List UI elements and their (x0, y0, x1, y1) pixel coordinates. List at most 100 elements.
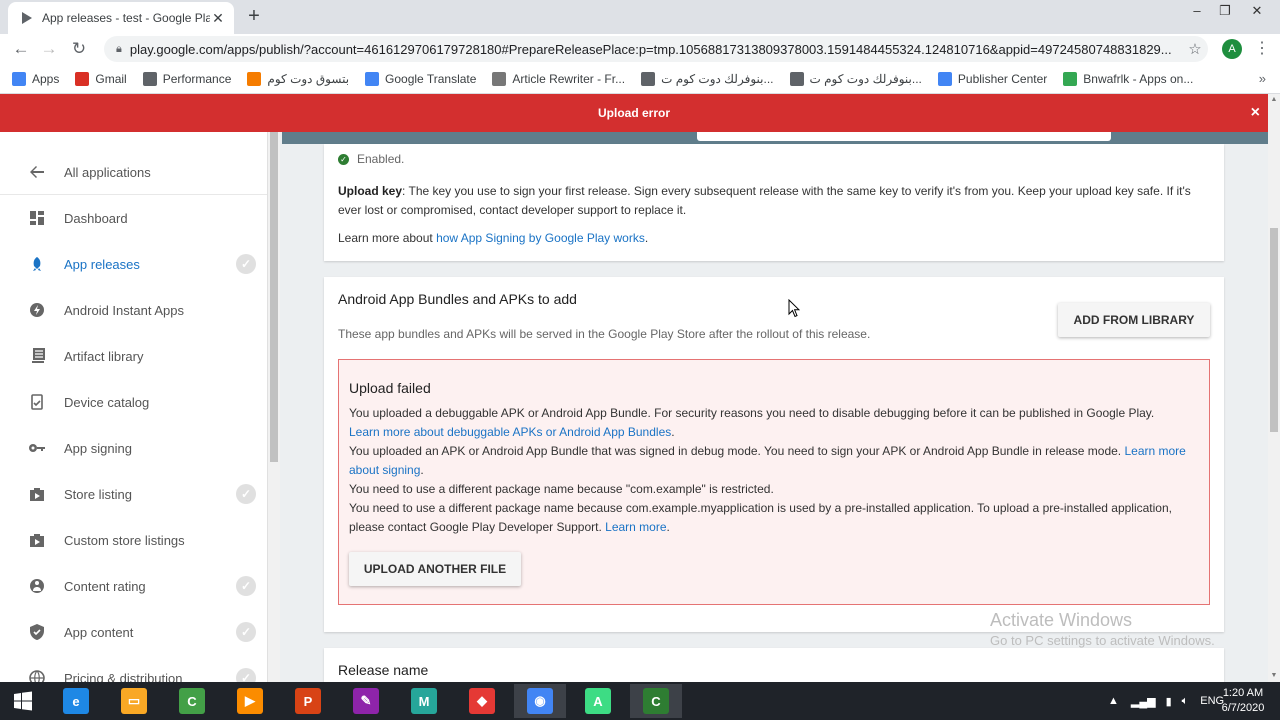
dashboard-icon (28, 209, 46, 227)
dismiss-error-icon[interactable]: × (1251, 94, 1260, 132)
bookmark-item[interactable]: Article Rewriter - Fr... (492, 71, 625, 86)
windows-taskbar: ▲ ▂▄▆ ▮ 🔈︎ ENG 1:20 AM 6/7/2020 e ▭ C ▶ P ✎ M ◆… (0, 682, 1280, 720)
network-icon[interactable]: ▂▄▆ (1131, 695, 1156, 708)
bookmark-item[interactable]: Gmail (75, 71, 127, 86)
upload-another-file-button[interactable]: UPLOAD ANOTHER FILE (349, 552, 521, 586)
taskbar-app[interactable]: ▭ (108, 684, 160, 718)
sidebar-scrollbar[interactable] (268, 132, 280, 682)
bookmarks-bar: Apps Gmail Performance بتسوق دوت كوم Google … (0, 64, 1280, 94)
bookmark-item[interactable]: Apps (12, 71, 59, 86)
forward-icon[interactable]: → (38, 38, 60, 60)
sidebar-item-app-signing[interactable]: App signing (0, 425, 267, 471)
windows-logo-icon (14, 691, 32, 711)
taskbar-app[interactable]: ✎ (340, 684, 392, 718)
add-from-library-button[interactable]: ADD FROM LIBRARY (1058, 303, 1210, 337)
taskbar-app[interactable]: ◆ (456, 684, 508, 718)
close-tab-icon[interactable]: ✕ (210, 10, 226, 27)
google-g-icon (937, 71, 952, 86)
sidebar-item-device-catalog[interactable]: Device catalog (0, 379, 267, 425)
upload-error-bar: Upload error × (0, 94, 1268, 132)
browser-tab[interactable]: App releases - test - Google Play ✕ (8, 2, 234, 34)
translate-icon (365, 71, 380, 86)
sidebar-item-android-instant-apps[interactable]: Android Instant Apps (0, 287, 267, 333)
taskbar-app[interactable]: C (166, 684, 218, 718)
shield-check-icon (28, 623, 46, 641)
error-text: You uploaded an APK or Android App Bundl… (349, 444, 1125, 458)
check-circle-icon: ✓ (338, 153, 349, 165)
sidebar-item-custom-store-listings[interactable]: Custom store listings (0, 517, 267, 563)
bookmark-label: Bnwafrlk - Apps on... (1083, 71, 1194, 86)
header-input-edge[interactable] (697, 132, 1111, 141)
bookmarks-overflow-icon[interactable]: » (1259, 71, 1266, 86)
bookmark-item[interactable]: Publisher Center (937, 71, 1048, 86)
sidebar-item-pricing-distribution[interactable]: Pricing & distribution ✓ (0, 655, 267, 682)
key-icon (28, 439, 46, 457)
error-line-debug-signed: You uploaded an APK or Android App Bundl… (349, 442, 1199, 480)
close-window-icon[interactable]: ✕ (1234, 0, 1280, 26)
artifact-library-icon (28, 347, 46, 365)
taskbar-app[interactable]: P (282, 684, 334, 718)
show-hidden-icons-icon[interactable]: ▲ (1108, 695, 1119, 707)
bookmark-item[interactable]: Bnwafrlk - Apps on... (1063, 71, 1194, 86)
taskbar-app[interactable]: ▶ (224, 684, 276, 718)
sidebar-item-label: App signing (64, 440, 132, 456)
scroll-thumb[interactable] (1270, 228, 1278, 432)
new-tab-icon[interactable]: + (244, 4, 264, 28)
error-line-preinstalled: You need to use a different package name… (349, 499, 1199, 537)
debuggable-link[interactable]: Learn more about debuggable APKs or Andr… (349, 425, 671, 439)
upload-failed-box: Upload failed You uploaded a debuggable … (338, 359, 1210, 605)
profile-avatar[interactable]: A (1222, 39, 1242, 59)
bookmark-star-icon[interactable]: ☆ (1182, 40, 1208, 58)
performance-icon (142, 71, 157, 86)
release-name-title: Release name (338, 662, 429, 678)
maya-icon: M (411, 688, 437, 714)
sidebar-item-app-content[interactable]: App content ✓ (0, 609, 267, 655)
sidebar-item-store-listing[interactable]: Store listing ✓ (0, 471, 267, 517)
taskbar-app[interactable]: M (398, 684, 450, 718)
reload-icon[interactable]: ↻ (68, 38, 90, 60)
sidebar-item-dashboard[interactable]: Dashboard (0, 195, 267, 241)
url-field[interactable]: 🔒︎ play.google.com/apps/publish/?account… (104, 36, 1208, 62)
upload-error-text: Upload error (597, 106, 670, 120)
volume-icon[interactable]: 🔈︎ (1182, 695, 1189, 708)
file-explorer-icon: ▭ (121, 688, 147, 714)
tab-strip: App releases - test - Google Play ✕ + – … (0, 0, 1280, 34)
learn-prefix: Learn more about (338, 231, 437, 245)
instant-apps-icon (28, 301, 46, 319)
scroll-down-icon[interactable]: ▼ (1268, 670, 1280, 682)
battery-icon[interactable]: ▮ (1166, 695, 1172, 708)
app-signing-link[interactable]: how App Signing by Google Play works (436, 231, 645, 245)
sidebar-item-app-releases[interactable]: App releases ✓ (0, 241, 267, 287)
taskbar-app[interactable]: e (50, 684, 102, 718)
learn-more-link[interactable]: Learn more (605, 520, 666, 534)
sidebar-item-label: Store listing (64, 486, 132, 502)
sidebar-item-label: All applications (64, 164, 151, 180)
android-studio-icon: A (585, 688, 611, 714)
signing-status: ✓ Enabled. (338, 152, 1210, 166)
bookmark-label: Publisher Center (957, 71, 1048, 86)
back-icon[interactable]: ← (10, 38, 32, 60)
browser-menu-icon[interactable]: ⋮ (1254, 39, 1270, 59)
bookmark-item[interactable]: Google Translate (365, 71, 476, 86)
sidebar: All applications Dashboard App releases ✓ An… (0, 132, 268, 682)
tab-title: App releases - test - Google Play (42, 11, 210, 25)
bookmark-item[interactable]: Performance (142, 71, 231, 86)
powerpoint-icon: P (295, 688, 321, 714)
taskbar-app[interactable]: C (630, 684, 682, 718)
taskbar-app[interactable]: ◉ (514, 684, 566, 718)
bookmark-item[interactable]: بتسوق دوت كوم (247, 71, 349, 86)
sidebar-item-content-rating[interactable]: Content rating ✓ (0, 563, 267, 609)
sidebar-item-artifact-library[interactable]: Artifact library (0, 333, 267, 379)
system-clock[interactable]: 1:20 AM 6/7/2020 (1216, 686, 1270, 716)
media-player-icon: ▶ (237, 688, 263, 714)
sidebar-item-label: Content rating (64, 578, 146, 594)
taskbar-app[interactable]: A (572, 684, 624, 718)
learn-suffix: . (644, 231, 649, 245)
start-button[interactable] (0, 684, 46, 718)
main-scrollbar[interactable]: ▲ ▼ (1268, 94, 1280, 682)
bookmark-item[interactable]: بنوفرلك دوت كوم ت... (641, 71, 774, 86)
link-suffix: . (666, 520, 670, 534)
scroll-up-icon[interactable]: ▲ (1268, 94, 1280, 106)
sidebar-item-all-applications[interactable]: All applications (0, 149, 267, 195)
bookmark-item[interactable]: بنوفرلك دوت كوم ت... (789, 71, 922, 86)
